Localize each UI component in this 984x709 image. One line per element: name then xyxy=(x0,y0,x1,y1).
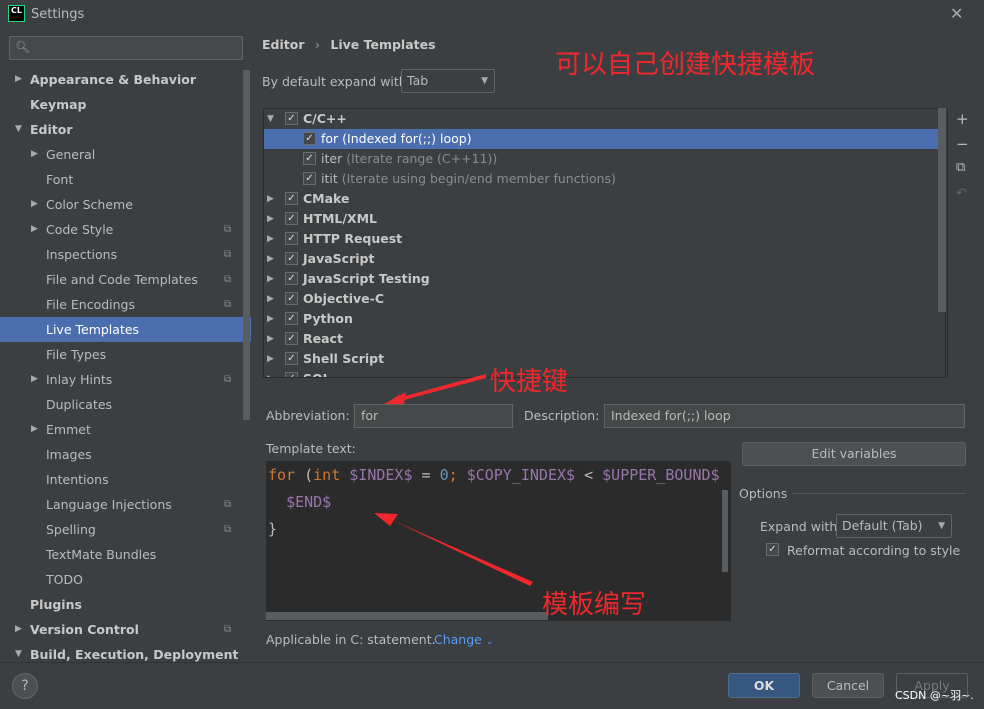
arrowhead xyxy=(384,392,406,404)
arrowhead xyxy=(374,513,398,526)
watermark: CSDN @~羽~. xyxy=(895,689,974,702)
annotation-template: 模板编写 xyxy=(542,590,647,620)
annotation-shortcut: 快捷键 xyxy=(490,367,569,397)
annotation-arrows xyxy=(374,374,533,586)
annotation-top: 可以自己创建快捷模板 xyxy=(555,50,816,80)
arrow-to-template xyxy=(392,520,533,586)
